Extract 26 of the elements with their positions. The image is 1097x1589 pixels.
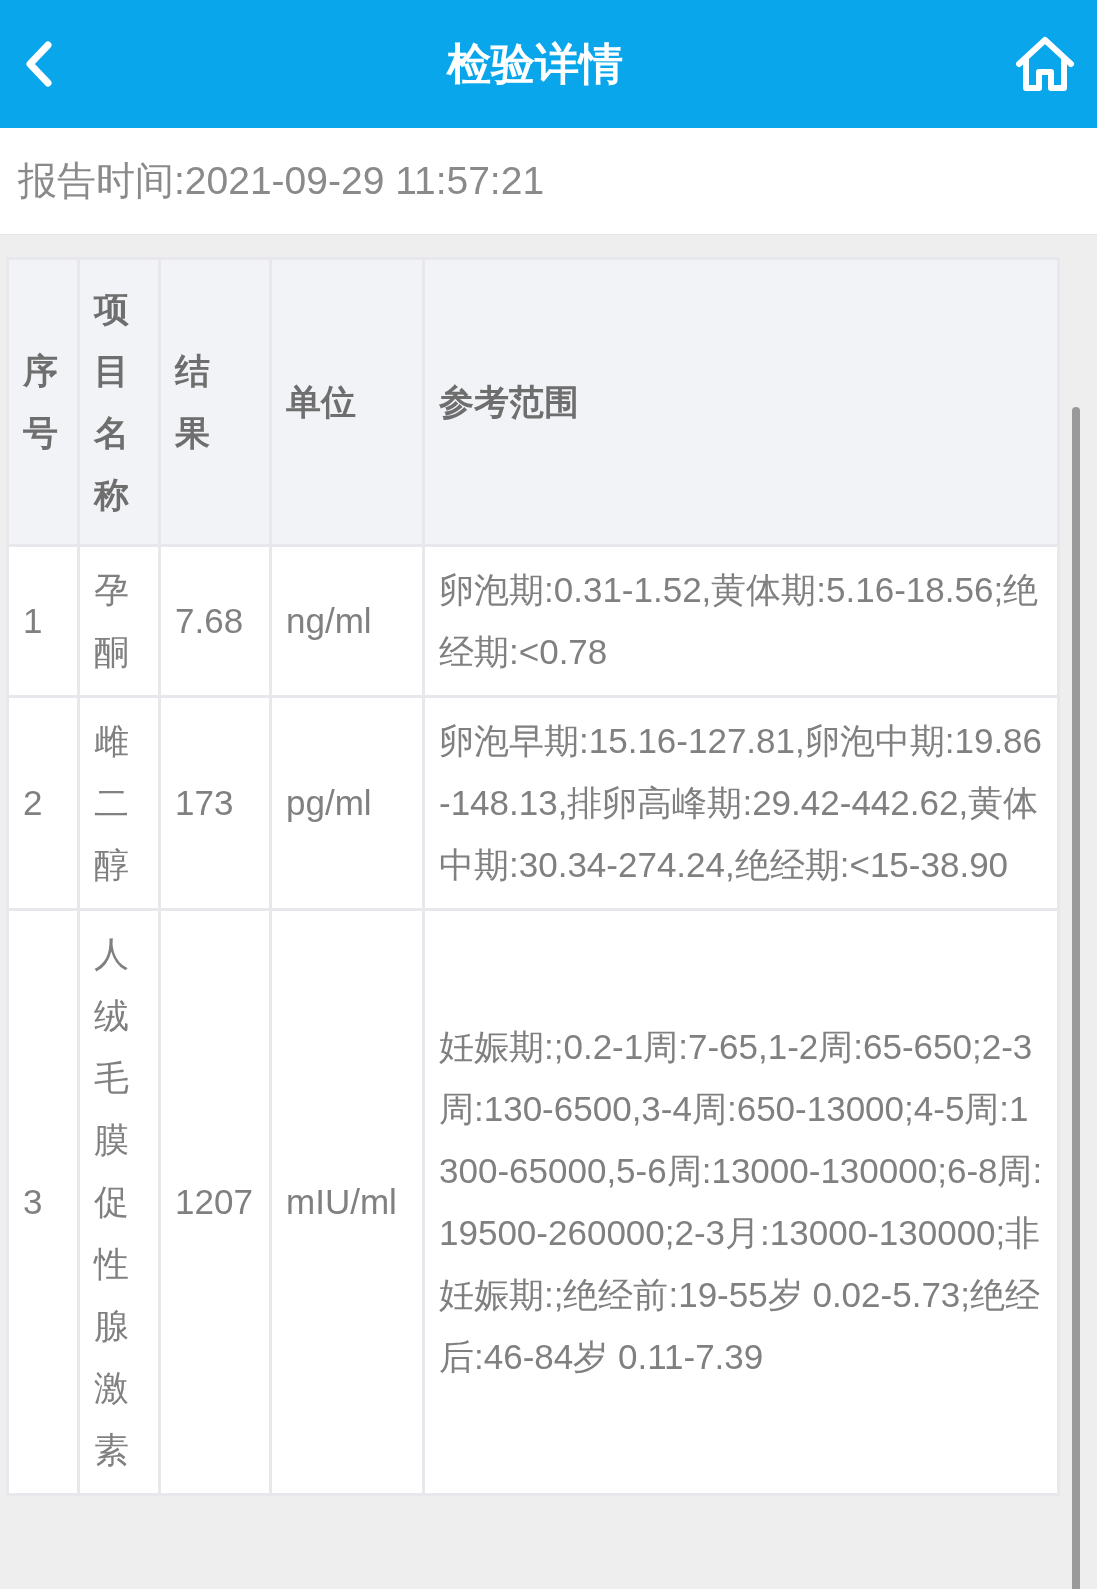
home-icon (1015, 36, 1075, 92)
home-button[interactable] (1015, 36, 1075, 92)
table-cell: 3 (9, 911, 77, 1493)
table-cell: 孕酮 (80, 547, 158, 695)
table-cell: pg/ml (272, 698, 422, 908)
table-cell: 1207 (161, 911, 269, 1493)
column-header: 项目名称 (80, 260, 158, 544)
table-cell: 卵泡早期:15.16-127.81,卵泡中期:19.86-148.13,排卵高峰期:29.42-442.62,黄体中期:30.34-274.24,绝经期:<15-38.90 (425, 698, 1057, 908)
report-time: 报告时间:2021-09-29 11:57:21 (18, 158, 545, 204)
page-title: 检验详情 (446, 37, 623, 90)
table-cell: 1 (9, 547, 77, 695)
column-header: 参考范围 (425, 260, 1057, 544)
back-button[interactable] (24, 41, 54, 87)
table-cell: 人绒毛膜促性腺激素 (80, 911, 158, 1493)
table-cell: 7.68 (161, 547, 269, 695)
table-cell: 173 (161, 698, 269, 908)
table-cell: 2 (9, 698, 77, 908)
table-cell: 雌二醇 (80, 698, 158, 908)
table-cell: 妊娠期:;0.2-1周:7-65,1-2周:65-650;2-3周:130-6500,3-4周:650-13000;4-5周:1300-65000,5-6周:13000-130000;6-8周:19500-260000;2-3月:13000-130000;非妊娠期:;绝经前:19-55岁 0.02-5.73;绝经后:46-84岁 0.11-7.39 (425, 911, 1057, 1493)
column-header: 序号 (9, 260, 77, 544)
column-header: 结果 (161, 260, 269, 544)
column-header: 单位 (272, 260, 422, 544)
table-cell: ng/ml (272, 547, 422, 695)
table-cell: mIU/ml (272, 911, 422, 1493)
table-cell: 卵泡期:0.31-1.52,黄体期:5.16-18.56;绝经期:<0.78 (425, 547, 1057, 695)
back-icon (24, 41, 54, 87)
